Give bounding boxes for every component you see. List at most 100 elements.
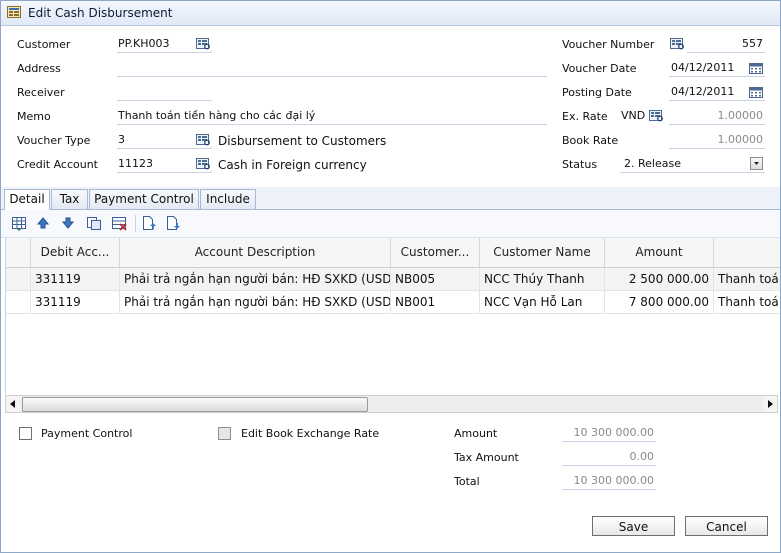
column-header-customer-code[interactable]: Customer... xyxy=(391,238,480,267)
cell-account-description[interactable]: Phải trả ngắn hạn người bán: HĐ SXKD (US… xyxy=(120,291,391,313)
payment-control-checkbox[interactable] xyxy=(19,427,32,440)
ex-rate-value: 1.00000 xyxy=(717,109,764,122)
row-selector[interactable] xyxy=(6,268,31,290)
status-select[interactable]: 2. Release xyxy=(620,156,765,173)
ex-rate-field: 1.00000 xyxy=(669,108,765,125)
delete-row-icon[interactable] xyxy=(111,215,127,231)
cell-debit-account[interactable]: 331119 xyxy=(31,291,120,313)
move-up-icon[interactable] xyxy=(35,215,51,231)
toolbar-separator xyxy=(135,215,136,232)
ex-rate-label: Ex. Rate xyxy=(562,110,608,123)
grid-horizontal-scrollbar[interactable] xyxy=(5,395,778,413)
row-selector-header xyxy=(6,238,31,267)
customer-lookup-icon[interactable] xyxy=(196,38,211,50)
cell-account-description[interactable]: Phải trả ngắn hạn người bán: HĐ SXKD (US… xyxy=(120,268,391,290)
tab-detail[interactable]: Detail xyxy=(4,189,50,210)
title-bar: Edit Cash Disbursement xyxy=(1,1,780,26)
import-icon[interactable] xyxy=(141,215,157,231)
window-title: Edit Cash Disbursement xyxy=(28,6,173,20)
cancel-button[interactable]: Cancel xyxy=(685,516,768,536)
table-row[interactable]: 331119 Phải trả ngắn hạn người bán: HĐ S… xyxy=(6,291,780,314)
tab-payment-control[interactable]: Payment Control xyxy=(89,189,199,209)
grid-toolbar xyxy=(1,210,780,238)
calendar-icon[interactable] xyxy=(749,63,763,74)
move-down-icon[interactable] xyxy=(60,215,76,231)
currency-lookup-icon[interactable] xyxy=(649,110,664,122)
scroll-left-button[interactable] xyxy=(6,396,20,412)
credit-account-value: 11123 xyxy=(118,157,153,170)
export-icon[interactable] xyxy=(165,215,181,231)
address-field[interactable] xyxy=(117,60,547,77)
amount-value: 10 300 000.00 xyxy=(573,426,654,439)
edit-book-rate-label: Edit Book Exchange Rate xyxy=(241,427,380,440)
window-app-icon xyxy=(7,6,21,18)
tax-amount-field: 0.00 xyxy=(562,449,656,466)
column-header-memo[interactable] xyxy=(714,238,780,267)
column-header-amount[interactable]: Amount xyxy=(605,238,714,267)
save-button[interactable]: Save xyxy=(592,516,675,536)
scrollbar-thumb[interactable] xyxy=(22,397,368,412)
voucher-number-value: 557 xyxy=(742,37,763,50)
cell-customer-name[interactable]: NCC Vạn Hỗ Lan xyxy=(480,291,605,313)
posting-date-value: 04/12/2011 xyxy=(671,85,735,98)
detail-grid: Debit Acc... Account Description Custome… xyxy=(5,238,780,394)
book-rate-label: Book Rate xyxy=(562,134,619,147)
cell-customer-code[interactable]: NB005 xyxy=(391,268,480,290)
cell-amount[interactable]: 7 800 000.00 xyxy=(605,291,714,313)
voucher-type-description: Disbursement to Customers xyxy=(218,134,387,148)
book-rate-value: 1.00000 xyxy=(717,133,764,146)
customer-value: PP.KH003 xyxy=(118,37,170,50)
amount-field: 10 300 000.00 xyxy=(562,425,656,442)
receiver-field[interactable] xyxy=(117,84,212,101)
cell-customer-name[interactable]: NCC Thúy Thanh xyxy=(480,268,605,290)
memo-value: Thanh toán tiền hàng cho các đại lý xyxy=(118,109,316,122)
tax-amount-label: Tax Amount xyxy=(454,451,519,464)
voucher-number-lookup-icon[interactable] xyxy=(670,38,685,50)
tab-tax[interactable]: Tax xyxy=(51,189,88,209)
tab-include[interactable]: Include xyxy=(200,189,256,209)
currency-value: VND xyxy=(621,109,646,122)
row-selector[interactable] xyxy=(6,291,31,313)
total-value: 10 300 000.00 xyxy=(573,474,654,487)
total-field: 10 300 000.00 xyxy=(562,473,656,490)
cell-amount[interactable]: 2 500 000.00 xyxy=(605,268,714,290)
column-header-debit-account[interactable]: Debit Acc... xyxy=(31,238,120,267)
cell-debit-account[interactable]: 331119 xyxy=(31,268,120,290)
chevron-right-icon xyxy=(768,400,773,408)
cell-memo[interactable]: Thanh toá xyxy=(714,268,780,290)
voucher-date-label: Voucher Date xyxy=(562,62,637,75)
payment-control-label: Payment Control xyxy=(41,427,133,440)
credit-account-description: Cash in Foreign currency xyxy=(218,158,367,172)
scroll-right-button[interactable] xyxy=(763,396,777,412)
voucher-header-form: Customer PP.KH003 Address Receiver Memo … xyxy=(1,26,780,186)
cell-customer-code[interactable]: NB001 xyxy=(391,291,480,313)
table-row[interactable]: 331119 Phải trả ngắn hạn người bán: HĐ S… xyxy=(6,268,780,291)
credit-account-label: Credit Account xyxy=(17,158,98,171)
memo-field[interactable]: Thanh toán tiền hàng cho các đại lý xyxy=(117,108,547,125)
cell-memo[interactable]: Thanh toá xyxy=(714,291,780,313)
receiver-label: Receiver xyxy=(17,86,65,99)
detail-tabs: Detail Tax Payment Control Include xyxy=(1,187,780,210)
voucher-number-field[interactable]: 557 xyxy=(687,36,765,53)
status-label: Status xyxy=(562,158,598,171)
voucher-type-lookup-icon[interactable] xyxy=(196,134,211,146)
customer-label: Customer xyxy=(17,38,71,51)
chevron-down-icon[interactable] xyxy=(750,157,763,170)
voucher-type-value: 3 xyxy=(118,133,125,146)
grid-header: Debit Acc... Account Description Custome… xyxy=(6,238,780,268)
insert-row-icon[interactable] xyxy=(11,215,27,231)
edit-cash-disbursement-window: Edit Cash Disbursement Customer PP.KH003… xyxy=(0,0,781,553)
credit-account-lookup-icon[interactable] xyxy=(196,158,211,170)
voucher-type-label: Voucher Type xyxy=(17,134,91,147)
column-header-account-description[interactable]: Account Description xyxy=(120,238,391,267)
edit-book-rate-checkbox[interactable] xyxy=(218,427,231,440)
posting-date-label: Posting Date xyxy=(562,86,632,99)
memo-label: Memo xyxy=(17,110,51,123)
column-header-customer-name[interactable]: Customer Name xyxy=(480,238,605,267)
total-label: Total xyxy=(454,475,480,488)
address-label: Address xyxy=(17,62,61,75)
copy-row-icon[interactable] xyxy=(86,215,102,231)
calendar-icon[interactable] xyxy=(749,87,763,98)
amount-label: Amount xyxy=(454,427,498,440)
book-rate-field: 1.00000 xyxy=(669,132,765,149)
